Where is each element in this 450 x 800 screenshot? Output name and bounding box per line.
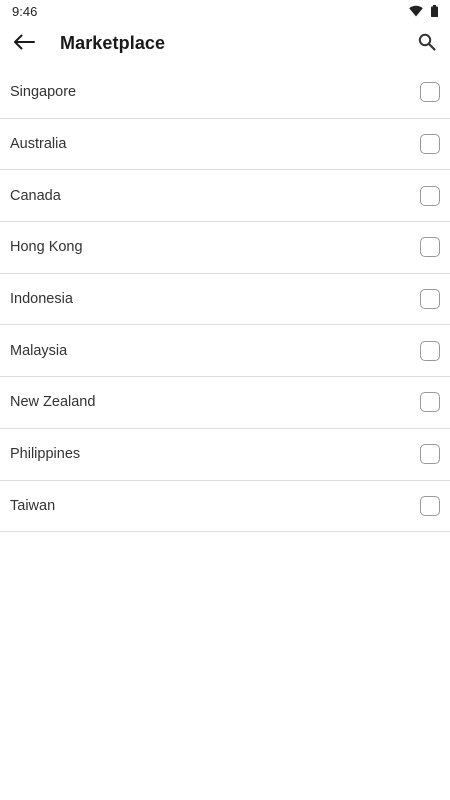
back-button[interactable] <box>10 30 38 58</box>
country-label: Malaysia <box>10 342 68 359</box>
status-icons <box>409 5 438 17</box>
page-title: Marketplace <box>60 33 166 53</box>
search-button[interactable] <box>414 31 440 57</box>
country-item-new-zealand[interactable]: New Zealand <box>0 377 450 429</box>
status-time: 9:46 <box>12 3 38 19</box>
country-label: Taiwan <box>10 497 56 514</box>
country-item-hong-kong[interactable]: Hong Kong <box>0 222 450 274</box>
country-checkbox[interactable] <box>420 444 440 465</box>
country-item-australia[interactable]: Australia <box>0 119 450 171</box>
battery-icon <box>431 5 438 17</box>
country-checkbox[interactable] <box>420 185 440 206</box>
country-item-indonesia[interactable]: Indonesia <box>0 274 450 326</box>
country-label: Hong Kong <box>10 239 83 256</box>
country-label: New Zealand <box>10 394 96 411</box>
arrow-left-icon <box>13 34 35 55</box>
country-checkbox[interactable] <box>420 495 440 516</box>
country-checkbox[interactable] <box>420 237 440 258</box>
country-label: Philippines <box>10 446 81 463</box>
country-item-malaysia[interactable]: Malaysia <box>0 325 450 378</box>
country-item-singapore[interactable]: Singapore <box>0 67 450 119</box>
country-item-canada[interactable]: Canada <box>0 170 450 223</box>
app-bar: Marketplace <box>0 22 450 66</box>
search-icon <box>418 33 436 56</box>
country-checkbox[interactable] <box>420 340 440 361</box>
country-checkbox[interactable] <box>420 289 440 310</box>
country-list: Singapore Australia Canada Hong Kong Ind… <box>0 67 450 533</box>
country-item-philippines[interactable]: Philippines <box>0 429 450 481</box>
country-item-taiwan[interactable]: Taiwan <box>0 481 450 533</box>
country-label: Australia <box>10 136 67 153</box>
marketplace-screen: 9:46 Marketplace Singapore Australia Can… <box>0 0 450 800</box>
country-label: Canada <box>10 187 61 204</box>
wifi-icon <box>409 5 423 17</box>
country-label: Indonesia <box>10 291 73 308</box>
country-checkbox[interactable] <box>420 82 440 103</box>
country-checkbox[interactable] <box>420 134 440 155</box>
status-bar: 9:46 <box>0 0 450 22</box>
country-label: Singapore <box>10 84 77 101</box>
country-checkbox[interactable] <box>420 392 440 413</box>
